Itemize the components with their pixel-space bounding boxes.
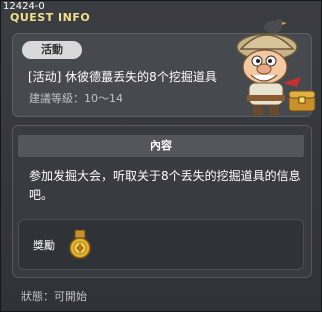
medal-reward-icon[interactable] — [67, 230, 93, 260]
quest-name: [活动] 休彼德蕞丢失的8个挖掘道具 — [28, 70, 217, 84]
quest-info-window: 12424-0 QUEST INFO 活動 [活动] 休彼德蕞丢失的8个挖掘道具… — [0, 0, 322, 312]
content-text: 参加发掘大会，听取关于8个丢失的挖掘道具的信息吧。 — [29, 169, 301, 202]
event-tag: 活動 — [22, 41, 82, 59]
window-title: QUEST INFO — [10, 11, 91, 24]
content-header: 內容 — [18, 135, 304, 157]
quest-status: 狀態：可開始 — [21, 290, 87, 303]
recommended-level: 建議等級：10～14 — [29, 92, 123, 105]
reward-label: 獎勵 — [33, 239, 55, 252]
explorer-npc-icon — [236, 19, 316, 115]
reward-box — [18, 219, 304, 270]
